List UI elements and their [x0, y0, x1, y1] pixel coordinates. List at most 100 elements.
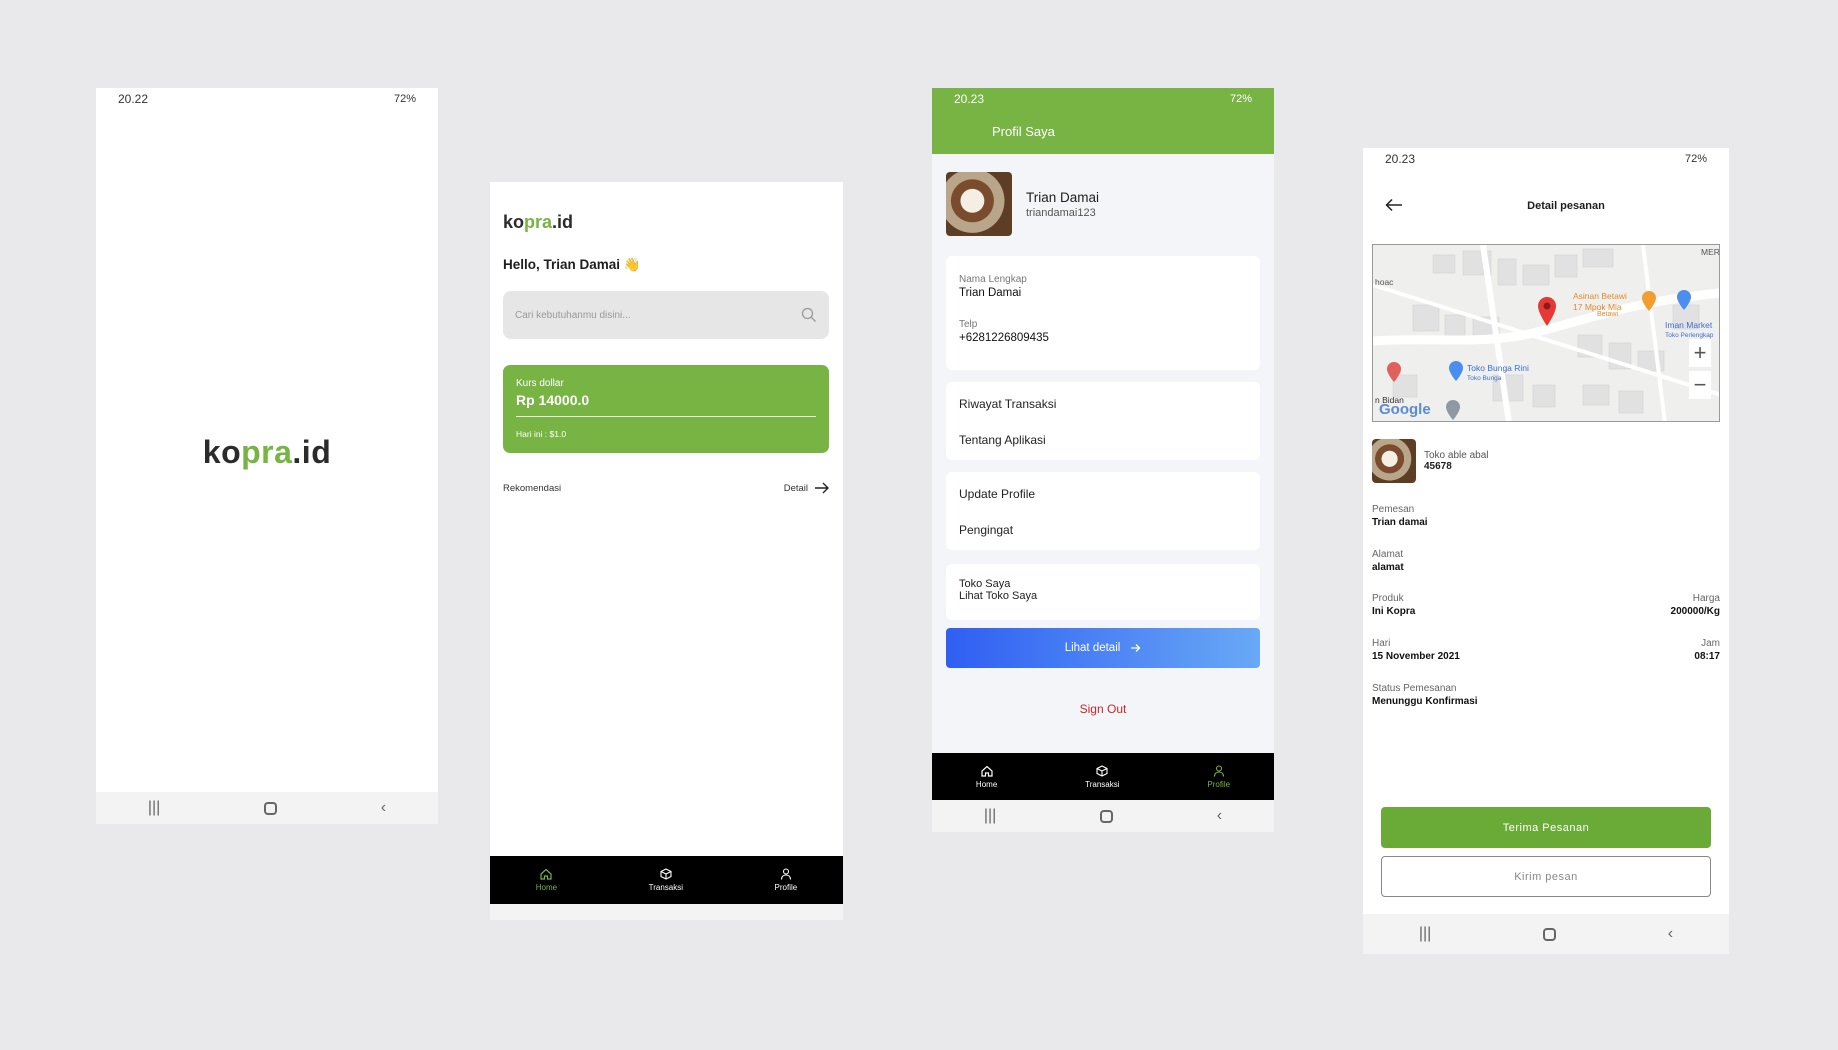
map-label-perlengkapan: Toko Perlengkap	[1665, 332, 1714, 339]
hospital-pin-icon	[1387, 362, 1401, 382]
profile-screen: 20.23 72% Profil Saya Trian Damai triand…	[932, 88, 1274, 832]
map-label-toko-bunga: Toko Bunga Rini	[1467, 363, 1529, 373]
nav-transaksi[interactable]: Transaksi	[649, 868, 683, 892]
status-time: 20.23	[954, 92, 985, 106]
user-icon	[780, 868, 791, 880]
nav-home[interactable]: Home	[976, 765, 997, 789]
back-system-icon[interactable]: ‹	[1668, 925, 1673, 943]
menu-update-profile[interactable]: Update Profile	[959, 476, 1247, 512]
search-placeholder: Cari kebutuhanmu disini...	[515, 309, 631, 321]
profile-info-card: Nama Lengkap Trian Damai Telp +628122680…	[946, 256, 1260, 370]
zoom-in-button[interactable]: +	[1689, 339, 1711, 367]
greeting-text: Hello, Trian Damai 👋	[503, 257, 641, 272]
home-icon	[540, 868, 553, 880]
home-system-icon[interactable]	[264, 801, 278, 815]
menu-pengingat[interactable]: Pengingat	[959, 512, 1247, 548]
page-title: Detail pesanan	[1527, 200, 1605, 212]
battery-level: 72%	[1684, 153, 1707, 165]
lihat-detail-label: Lihat detail	[1064, 642, 1121, 654]
logo-part-pra: pra	[241, 434, 293, 470]
recent-apps-icon[interactable]: |||	[984, 807, 996, 825]
system-nav-bar	[490, 904, 843, 920]
jam-value: 08:17	[1694, 651, 1720, 662]
home-system-icon[interactable]	[1543, 927, 1557, 941]
page-title: Profil Saya	[992, 124, 1055, 139]
store-info: Toko able abal 45678	[1372, 439, 1489, 483]
store-avatar	[1372, 439, 1416, 483]
alamat-row: Alamat alamat	[1372, 549, 1720, 573]
terima-pesanan-button[interactable]: Terima Pesanan	[1381, 807, 1711, 848]
recent-apps-icon[interactable]: |||	[1419, 925, 1431, 943]
home-system-icon[interactable]	[1100, 809, 1114, 823]
toko-card[interactable]: Toko Saya Lihat Toko Saya	[946, 564, 1260, 620]
hari-row: Hari 15 November 2021 Jam 08:17	[1372, 638, 1720, 662]
shop-pin-icon	[1677, 290, 1691, 310]
logo-part-pra: pra	[524, 212, 553, 232]
google-logo: Google	[1379, 401, 1431, 418]
nav-transaksi-label: Transaksi	[1085, 779, 1120, 789]
recommendation-header: Rekomendasi Detail	[503, 482, 830, 494]
map-label-mer: MER	[1701, 247, 1720, 257]
nav-transaksi-label: Transaksi	[648, 883, 683, 892]
harga-value: 200000/Kg	[1670, 606, 1720, 617]
profile-username: triandamai123	[1026, 206, 1096, 219]
system-nav-bar: ||| ‹	[1363, 914, 1729, 954]
splash-screen: 20.22 72% kopra.id ||| ‹	[96, 88, 438, 824]
menu-riwayat-transaksi[interactable]: Riwayat Transaksi	[959, 386, 1247, 422]
recent-apps-icon[interactable]: |||	[148, 799, 160, 817]
shop-pin-icon	[1449, 361, 1463, 381]
telp-label: Telp	[959, 319, 978, 330]
alamat-label: Alamat	[1372, 549, 1404, 560]
exchange-rate-card: Kurs dollar Rp 14000.0 Hari ini : $1.0	[503, 365, 829, 453]
system-nav-bar: ||| ‹	[932, 800, 1274, 832]
search-input[interactable]: Cari kebutuhanmu disini...	[503, 291, 829, 339]
kurs-today: Hari ini : $1.0	[516, 429, 567, 439]
nama-value: Trian Damai	[959, 287, 1022, 299]
divider	[516, 416, 816, 417]
logo-part-ko: ko	[503, 212, 525, 232]
back-system-icon[interactable]: ‹	[1217, 807, 1222, 825]
kurs-value: Rp 14000.0	[516, 392, 590, 408]
profile-header: 20.23 72% Profil Saya	[932, 88, 1274, 154]
nav-profile-label: Profile	[1207, 779, 1231, 789]
nav-profile[interactable]: Profile	[775, 868, 797, 892]
location-map[interactable]: Asinan Betawi 17 Mpok Mia Betawi Iman Ma…	[1372, 244, 1720, 422]
logo-part-id: .id	[292, 434, 332, 470]
map-label-toko-bunga-sub: Toko Bunga	[1467, 375, 1502, 382]
arrow-right-icon	[815, 482, 829, 494]
nav-profile[interactable]: Profile	[1207, 764, 1231, 789]
sign-out-button[interactable]: Sign Out	[932, 702, 1274, 716]
nav-transaksi[interactable]: Transaksi	[1085, 764, 1120, 789]
produk-value: Ini Kopra	[1372, 606, 1416, 617]
map-label-asinan: Asinan Betawi 17 Mpok Mia	[1573, 291, 1627, 312]
status-row: Status Pemesanan Menunggu Konfirmasi	[1372, 683, 1720, 707]
zoom-out-button[interactable]: −	[1689, 371, 1711, 399]
home-icon	[980, 765, 993, 777]
hari-label: Hari	[1372, 638, 1391, 649]
box-icon	[660, 868, 672, 880]
jam-label: Jam	[1701, 638, 1720, 649]
nav-home[interactable]: Home	[536, 868, 557, 892]
system-nav-bar: ||| ‹	[96, 792, 438, 824]
kirim-pesan-button[interactable]: Kirim pesan	[1381, 856, 1711, 897]
nav-home-label: Home	[975, 779, 998, 789]
menu-card: Update Profile Pengingat	[946, 472, 1260, 550]
menu-card: Riwayat Transaksi Tentang Aplikasi	[946, 382, 1260, 460]
search-icon	[801, 307, 816, 322]
bottom-navigation: Home Transaksi Profile	[490, 856, 843, 904]
status-bar: 20.22 72%	[96, 88, 438, 110]
detail-label: Detail	[783, 482, 808, 494]
produk-row: Produk Ini Kopra Harga 200000/Kg	[1372, 593, 1720, 617]
nav-home-label: Home	[535, 883, 558, 892]
detail-link[interactable]: Detail	[784, 482, 830, 494]
menu-tentang-aplikasi[interactable]: Tentang Aplikasi	[959, 422, 1247, 458]
map-label-hoac: hoac	[1375, 277, 1394, 287]
lihat-detail-button[interactable]: Lihat detail	[946, 628, 1260, 668]
recommendation-label: Rekomendasi	[503, 482, 562, 494]
status-time: 20.23	[1385, 152, 1416, 166]
toko-saya-label: Toko Saya	[959, 578, 1011, 590]
battery-level: 72%	[393, 93, 416, 105]
back-system-icon[interactable]: ‹	[381, 799, 386, 817]
status-time: 20.22	[118, 92, 149, 106]
lihat-toko-label: Lihat Toko Saya	[959, 590, 1038, 602]
